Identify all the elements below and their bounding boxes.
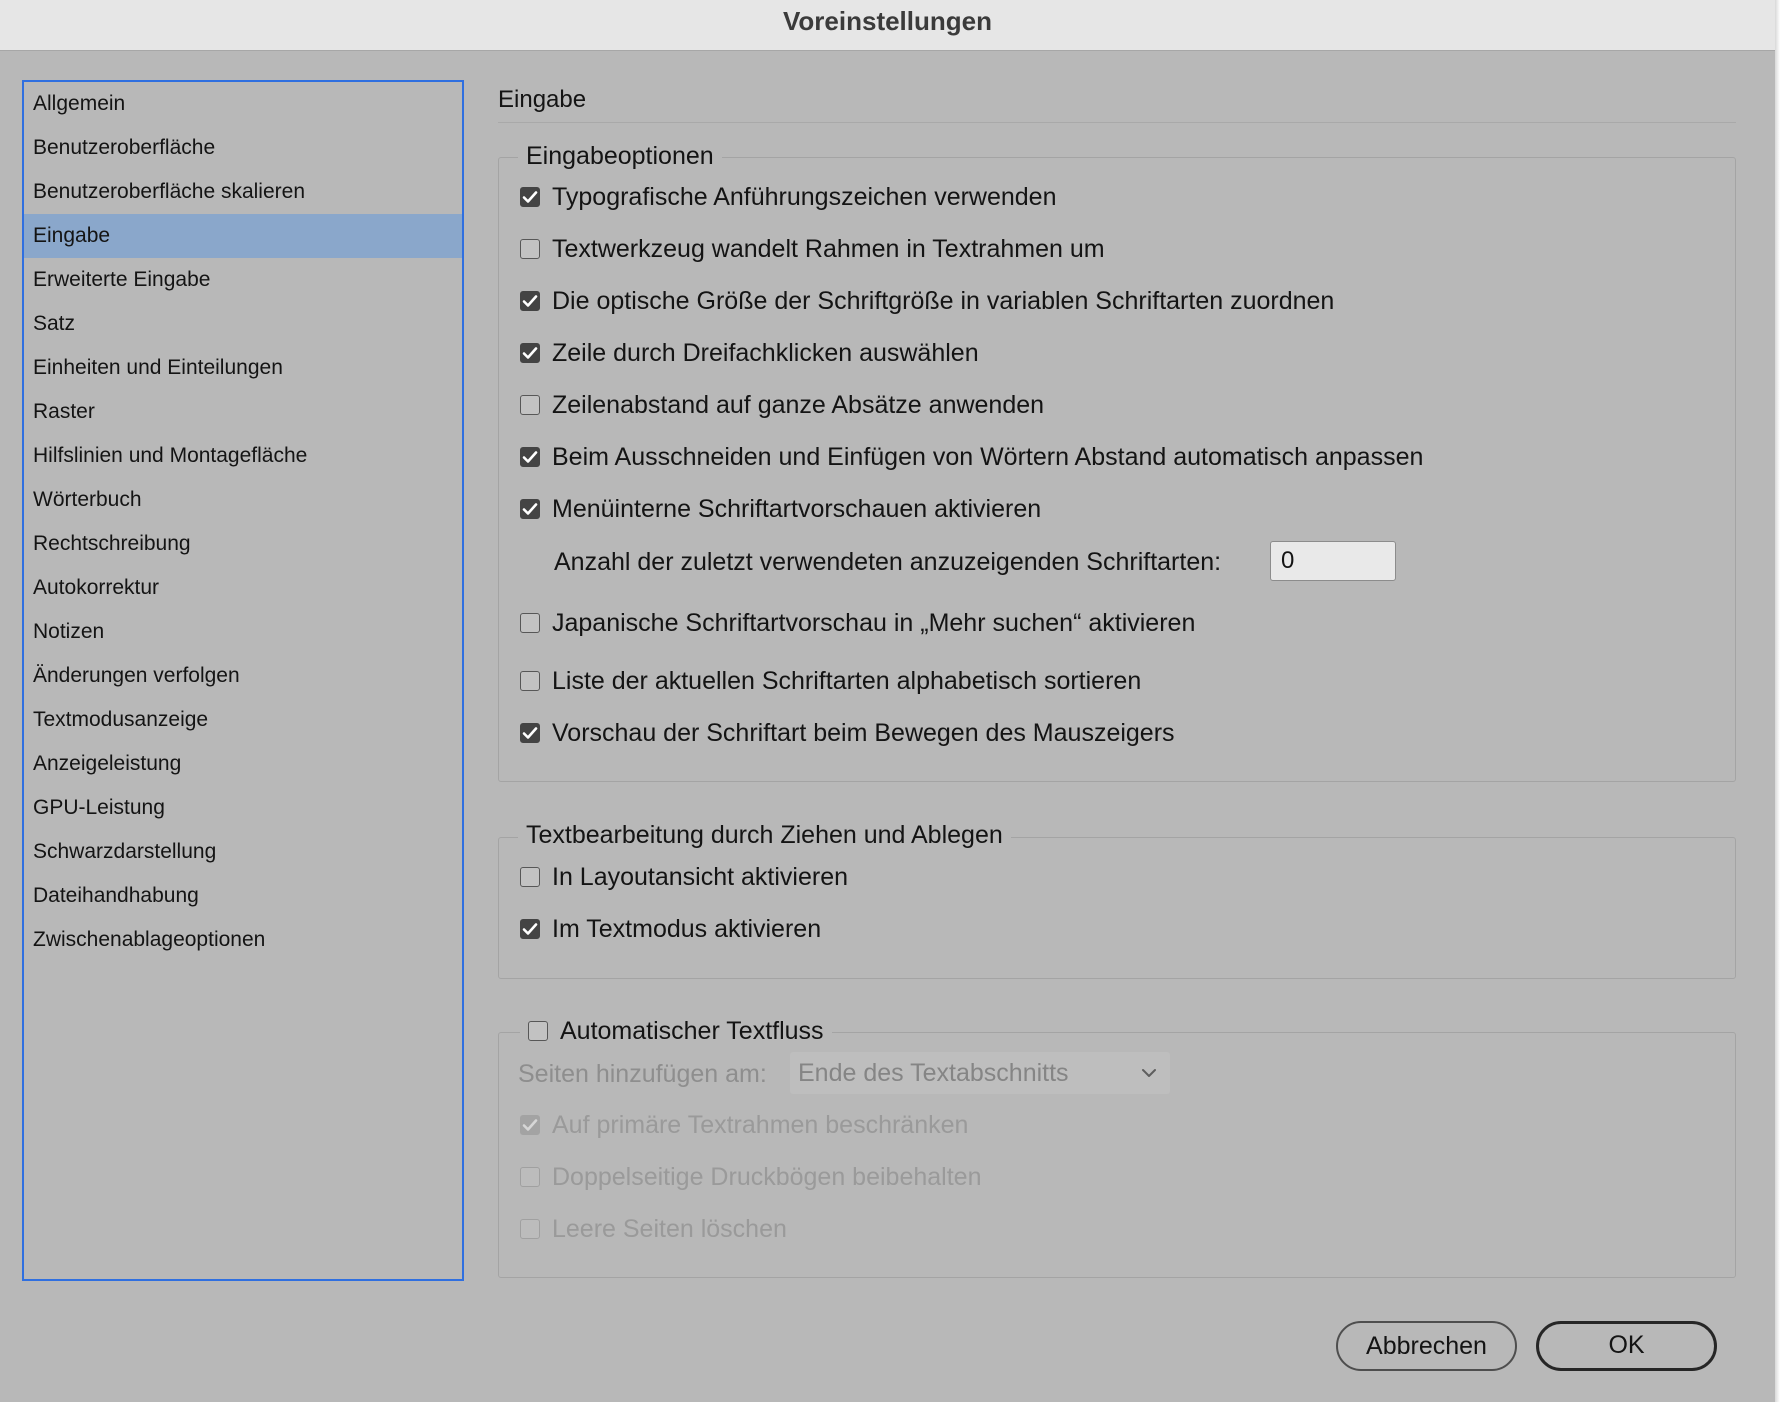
window-title: Voreinstellungen (0, 0, 1775, 51)
sidebar-item-hilfslinien[interactable]: Hilfslinien und Montagefläche (24, 434, 462, 478)
option-font-preview-hover[interactable]: Vorschau der Schriftart beim Bewegen des… (520, 716, 1175, 750)
option-label: Japanische Schriftartvorschau in „Mehr s… (552, 608, 1196, 637)
sidebar-item-benutzeroberflaeche-skalieren[interactable]: Benutzeroberfläche skalieren (24, 170, 462, 214)
smart-reflow-legend: Automatischer Textfluss (560, 1016, 824, 1045)
window-edge (1775, 0, 1780, 1402)
recent-fonts-label: Anzahl der zuletzt verwendeten anzuzeige… (554, 547, 1222, 576)
option-typographic-quotes[interactable]: Typografische Anführungszeichen verwende… (520, 180, 1057, 214)
option-font-preview-menu[interactable]: Menüinterne Schriftartvorschauen aktivie… (520, 492, 1041, 526)
checkbox[interactable] (520, 343, 540, 363)
cancel-button[interactable]: Abbrechen (1336, 1321, 1517, 1371)
sidebar-item-einheiten[interactable]: Einheiten und Einteilungen (24, 346, 462, 390)
option-label: In Layoutansicht aktivieren (552, 862, 849, 891)
sidebar-item-textmodusanzeige[interactable]: Textmodusanzeige (24, 698, 462, 742)
option-label: Auf primäre Textrahmen beschränken (552, 1110, 969, 1139)
checkbox[interactable] (520, 187, 540, 207)
checkbox[interactable] (520, 1219, 540, 1239)
option-label: Liste der aktuellen Schriftarten alphabe… (552, 666, 1142, 695)
sidebar-item-autokorrektur[interactable]: Autokorrektur (24, 566, 462, 610)
checkbox[interactable] (528, 1021, 548, 1041)
option-story-editor[interactable]: Im Textmodus aktivieren (520, 912, 821, 946)
checkbox[interactable] (520, 447, 540, 467)
option-label: Textwerkzeug wandelt Rahmen in Textrahme… (552, 234, 1105, 263)
checkbox[interactable] (520, 919, 540, 939)
sidebar-item-aenderungen-verfolgen[interactable]: Änderungen verfolgen (24, 654, 462, 698)
sidebar-item-benutzeroberflaeche[interactable]: Benutzeroberfläche (24, 126, 462, 170)
title-divider (498, 122, 1736, 123)
checkbox[interactable] (520, 613, 540, 633)
checkbox[interactable] (520, 291, 540, 311)
preferences-dialog: Voreinstellungen Allgemein Benutzeroberf… (0, 0, 1775, 1402)
option-optical-size[interactable]: Die optische Größe der Schriftgröße in v… (520, 284, 1334, 318)
option-sort-recent-fonts[interactable]: Liste der aktuellen Schriftarten alphabe… (520, 664, 1141, 698)
page-title: Eingabe (498, 86, 587, 113)
checkbox[interactable] (520, 499, 540, 519)
option-label: Leere Seiten löschen (552, 1214, 787, 1243)
sidebar-item-allgemein[interactable]: Allgemein (24, 82, 462, 126)
sidebar-item-raster[interactable]: Raster (24, 390, 462, 434)
sidebar-item-notizen[interactable]: Notizen (24, 610, 462, 654)
option-label: Menüinterne Schriftartvorschauen aktivie… (552, 494, 1042, 523)
option-delete-empty-pages[interactable]: Leere Seiten löschen (520, 1212, 787, 1246)
add-pages-label: Seiten hinzufügen am: (518, 1060, 767, 1088)
ok-button[interactable]: OK (1536, 1321, 1717, 1371)
drag-drop-group (498, 837, 1736, 979)
option-triple-click-line[interactable]: Zeile durch Dreifachklicken auswählen (520, 336, 979, 370)
sidebar-item-schwarzdarstellung[interactable]: Schwarzdarstellung (24, 830, 462, 874)
checkbox[interactable] (520, 867, 540, 887)
checkbox[interactable] (520, 723, 540, 743)
option-label: Beim Ausschneiden und Einfügen von Wörte… (552, 442, 1424, 471)
sidebar-item-gpu-leistung[interactable]: GPU-Leistung (24, 786, 462, 830)
option-preserve-spreads[interactable]: Doppelseitige Druckbögen beibehalten (520, 1160, 981, 1194)
sidebar-item-woerterbuch[interactable]: Wörterbuch (24, 478, 462, 522)
sidebar-item-dateihandhabung[interactable]: Dateihandhabung (24, 874, 462, 918)
checkbox[interactable] (520, 1167, 540, 1187)
sidebar-item-rechtschreibung[interactable]: Rechtschreibung (24, 522, 462, 566)
option-adjust-spacing[interactable]: Beim Ausschneiden und Einfügen von Wörte… (520, 440, 1423, 474)
input-options-legend: Eingabeoptionen (518, 140, 722, 172)
option-japanese-font-preview[interactable]: Japanische Schriftartvorschau in „Mehr s… (520, 606, 1195, 640)
chevron-down-icon (1140, 1052, 1158, 1094)
recent-fonts-count-input[interactable]: 0 (1270, 541, 1396, 581)
option-type-tool-converts-frames[interactable]: Textwerkzeug wandelt Rahmen in Textrahme… (520, 232, 1105, 266)
checkbox[interactable] (520, 395, 540, 415)
sidebar-item-anzeigeleistung[interactable]: Anzeigeleistung (24, 742, 462, 786)
checkbox[interactable] (520, 671, 540, 691)
sidebar-item-satz[interactable]: Satz (24, 302, 462, 346)
smart-reflow-toggle[interactable]: Automatischer Textfluss (520, 1014, 832, 1048)
option-label: Typografische Anführungszeichen verwende… (552, 182, 1057, 211)
option-label: Zeile durch Dreifachklicken auswählen (552, 338, 979, 367)
option-leading-entire-paragraphs[interactable]: Zeilenabstand auf ganze Absätze anwenden (520, 388, 1044, 422)
checkbox[interactable] (520, 239, 540, 259)
checkbox[interactable] (520, 1115, 540, 1135)
sidebar-item-eingabe[interactable]: Eingabe (24, 214, 462, 258)
category-list[interactable]: Allgemein Benutzeroberfläche Benutzerobe… (22, 80, 464, 1281)
drag-drop-legend: Textbearbeitung durch Ziehen und Ablegen (518, 819, 1011, 851)
option-label: Vorschau der Schriftart beim Bewegen des… (552, 718, 1175, 747)
add-pages-value: Ende des Textabschnitts (798, 1059, 1069, 1087)
recent-fonts-row: Anzahl der zuletzt verwendeten anzuzeige… (554, 545, 1221, 579)
option-label: Doppelseitige Druckbögen beibehalten (552, 1162, 982, 1191)
sidebar-item-erweiterte-eingabe[interactable]: Erweiterte Eingabe (24, 258, 462, 302)
option-layout-view[interactable]: In Layoutansicht aktivieren (520, 860, 848, 894)
option-label: Die optische Größe der Schriftgröße in v… (552, 286, 1335, 315)
sidebar-item-zwischenablageoptionen[interactable]: Zwischenablageoptionen (24, 918, 462, 962)
option-limit-primary-frames[interactable]: Auf primäre Textrahmen beschränken (520, 1108, 968, 1142)
option-label: Zeilenabstand auf ganze Absätze anwenden (552, 390, 1045, 419)
option-label: Im Textmodus aktivieren (552, 914, 822, 943)
add-pages-select[interactable]: Ende des Textabschnitts (790, 1052, 1170, 1094)
